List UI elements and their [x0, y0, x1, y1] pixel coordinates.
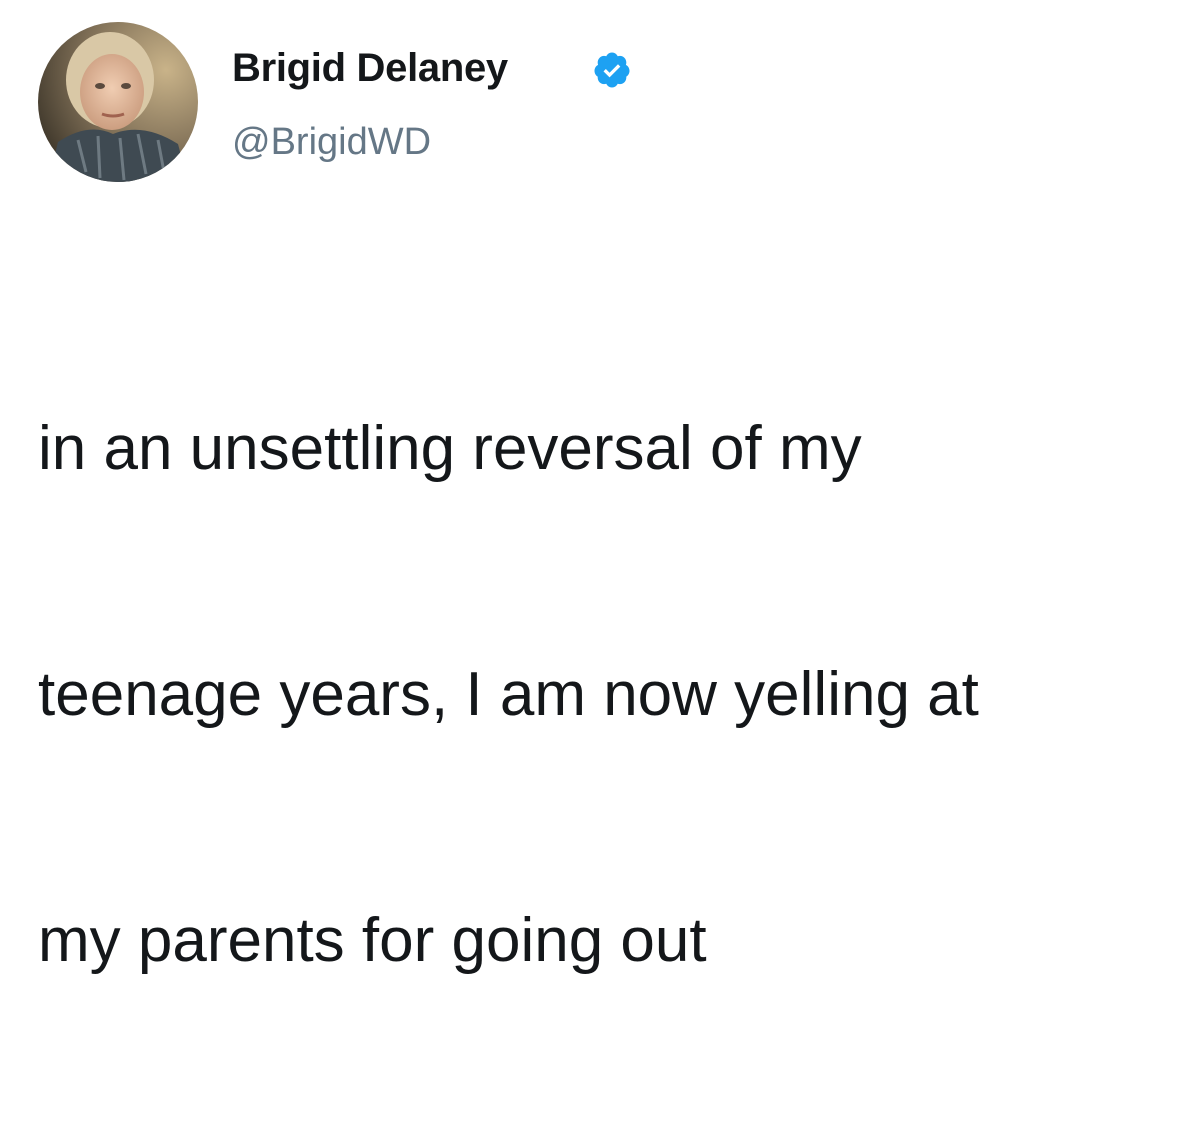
avatar[interactable]: [38, 22, 198, 182]
tweet-card: Brigid Delaney @BrigidWD in an unsettlin…: [0, 0, 1200, 975]
tweet-text: in an unsettling reversal of my teenage …: [38, 244, 1178, 1146]
tweet-text-line: my parents for going out: [38, 906, 707, 975]
user-handle[interactable]: @BrigidWD: [232, 120, 431, 164]
tweet-text-line: in an unsettling reversal of my: [38, 414, 862, 483]
verified-badge-icon: [594, 52, 630, 88]
tweet-text-line: teenage years, I am now yelling at: [38, 660, 979, 729]
display-name[interactable]: Brigid Delaney: [232, 44, 508, 92]
profile-photo: [38, 22, 198, 182]
